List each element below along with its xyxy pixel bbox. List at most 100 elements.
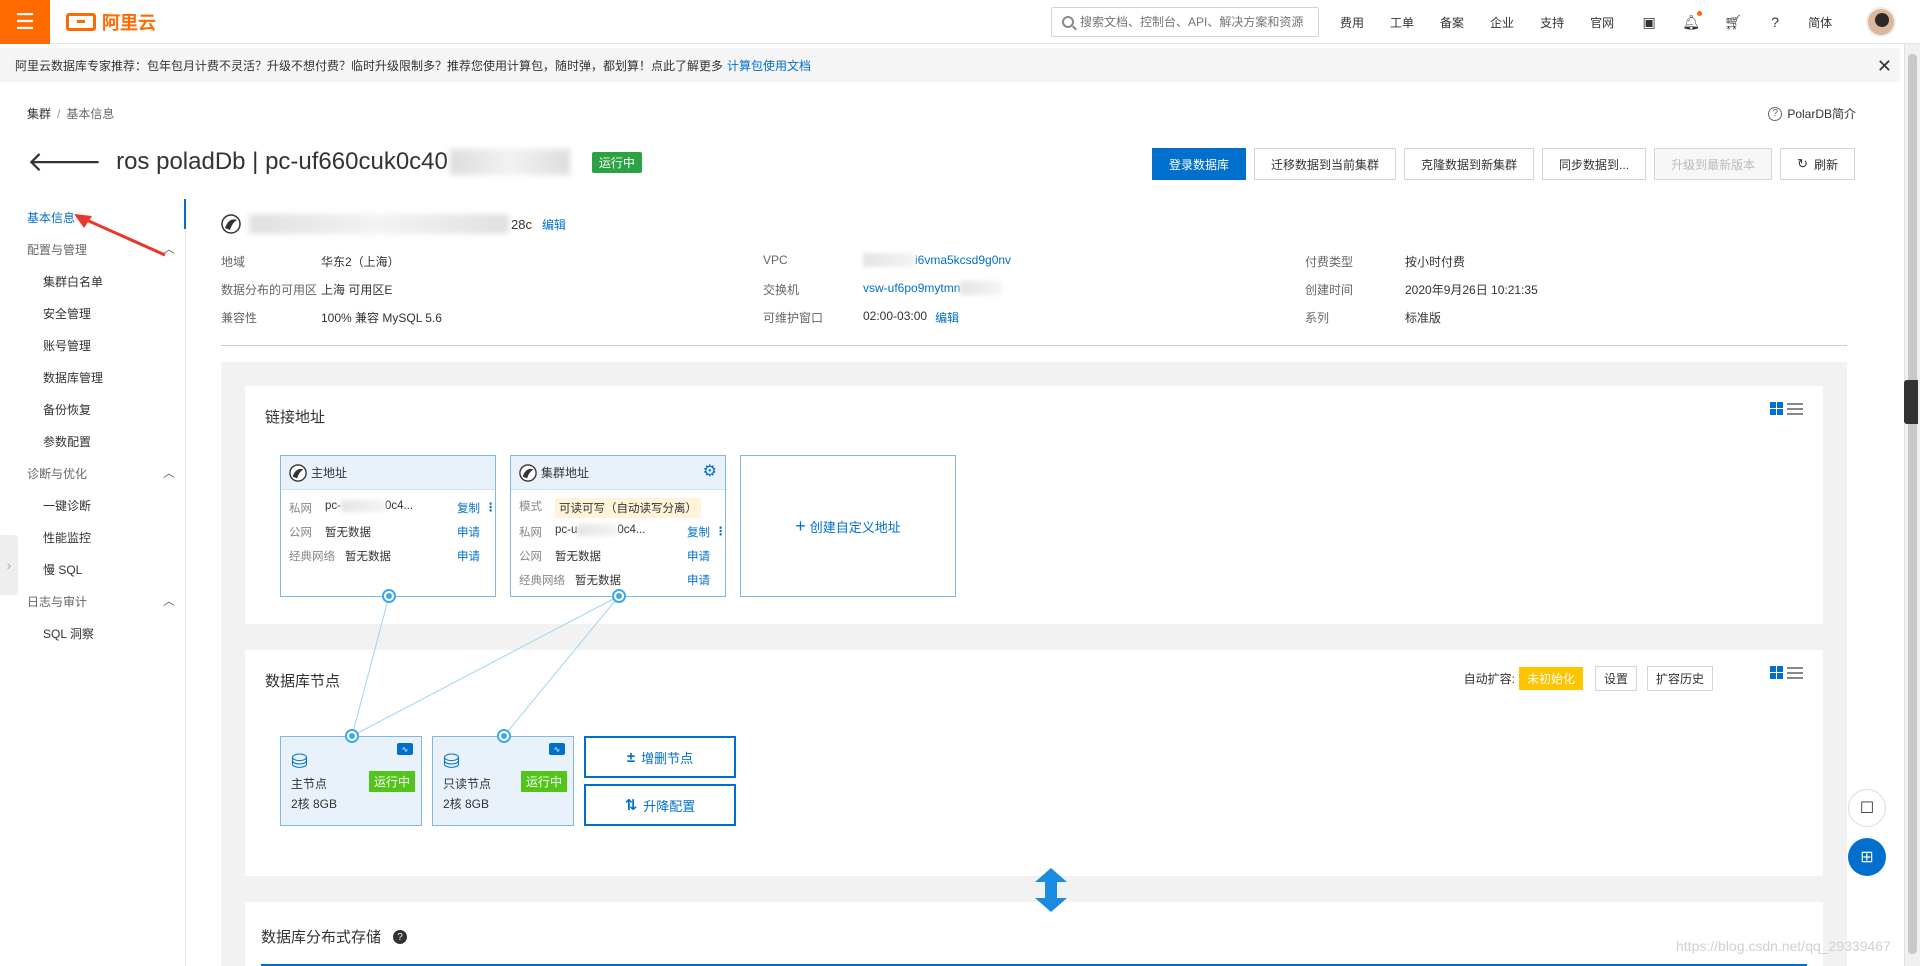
- sidebar: 基本信息 配置与管理 ︿ 集群白名单 安全管理 账号管理 数据库管理 备份恢复 参…: [0, 199, 186, 966]
- page-scrollbar[interactable]: [1904, 44, 1920, 966]
- sidebar-item-basic-info[interactable]: 基本信息: [27, 209, 75, 226]
- aliyun-logo-icon: [66, 12, 96, 31]
- info-zone: 数据分布的可用区 上海 可用区E: [221, 281, 392, 298]
- sidebar-group-logs[interactable]: 日志与审计 ︿: [27, 593, 175, 610]
- sync-data-button[interactable]: 同步数据到...: [1542, 148, 1647, 180]
- sidebar-item-whitelist[interactable]: 集群白名单: [43, 273, 103, 290]
- bell-icon[interactable]: 🔔︎: [1682, 11, 1703, 31]
- login-db-button[interactable]: 登录数据库: [1152, 148, 1247, 180]
- nav-billing[interactable]: 费用: [1340, 14, 1364, 31]
- terminal-icon[interactable]: ▣: [1640, 13, 1658, 31]
- polardb-intro-text: PolarDB简介: [1787, 107, 1856, 121]
- cart-icon[interactable]: 🛒︎: [1724, 13, 1742, 31]
- annotation-arrow-icon: [74, 214, 166, 257]
- help-icon[interactable]: ?: [1766, 13, 1784, 31]
- edit-maintenance-link[interactable]: 编辑: [935, 309, 959, 326]
- redacted-vswitch: [960, 281, 1003, 295]
- info-key: 交换机: [763, 283, 800, 297]
- sidebar-item-accounts[interactable]: 账号管理: [43, 337, 91, 354]
- info-key: 兼容性: [221, 311, 258, 325]
- refresh-icon: ↻: [1797, 156, 1808, 171]
- aliyun-logo[interactable]: 阿里云: [66, 9, 156, 35]
- nav-ticket[interactable]: 工单: [1390, 14, 1414, 31]
- info-value: 2020年9月26日 10:21:35: [1405, 283, 1538, 297]
- avatar[interactable]: [1866, 7, 1897, 37]
- top-nav: 费用 工单 备案 企业 支持 官网 ▣ 🔔︎ 🛒︎ ? 简体: [1340, 0, 1897, 44]
- info-value: 华东2（上海）: [321, 255, 400, 269]
- port-readonly-node: [497, 729, 511, 743]
- sidebar-item-databases[interactable]: 数据库管理: [43, 369, 103, 386]
- info-key: 可维护窗口: [763, 311, 824, 325]
- apps-icon[interactable]: ⊞: [1848, 838, 1886, 876]
- info-key: 创建时间: [1305, 283, 1354, 297]
- info-key: 付费类型: [1305, 255, 1354, 269]
- sidebar-item-monitor[interactable]: 性能监控: [43, 529, 91, 546]
- chat-icon[interactable]: ☐: [1848, 789, 1886, 827]
- search-input[interactable]: [1080, 15, 1310, 29]
- redacted-vpc: [863, 253, 915, 267]
- info-value: 标准版: [1405, 311, 1442, 325]
- sidebar-group-diagnose[interactable]: 诊断与优化 ︿: [27, 465, 175, 482]
- breadcrumb-current: 基本信息: [66, 107, 115, 121]
- sidebar-group-logs-label: 日志与审计: [27, 595, 88, 609]
- edit-name-link[interactable]: 编辑: [542, 216, 566, 233]
- port-cluster-address: [612, 589, 626, 603]
- nav-support[interactable]: 支持: [1540, 14, 1564, 31]
- nav-enterprise[interactable]: 企业: [1490, 14, 1514, 31]
- breadcrumb-sep: /: [57, 107, 61, 121]
- info-compat: 兼容性 100% 兼容 MySQL 5.6: [221, 309, 442, 326]
- refresh-button[interactable]: ↻ 刷新: [1780, 148, 1855, 180]
- chevron-up-icon: ︿: [162, 466, 175, 480]
- port-primary-address: [382, 589, 396, 603]
- polardb-intro-link[interactable]: ? PolarDB简介: [1768, 105, 1856, 122]
- sidebar-item-slow-sql[interactable]: 慢 SQL: [43, 561, 82, 578]
- clone-data-button[interactable]: 克隆数据到新集群: [1404, 148, 1535, 180]
- top-bar: ☰ 阿里云 费用 工单 备案 企业 支持 官网 ▣ 🔔︎ 🛒︎ ? 简体: [0, 0, 1920, 44]
- redacted-cluster-id: [249, 214, 509, 234]
- info-vswitch: 交换机 vsw-uf6po9mytmn: [763, 281, 1003, 298]
- status-badge: 运行中: [591, 151, 642, 173]
- info-key: VPC: [763, 253, 788, 267]
- global-search[interactable]: [1051, 7, 1319, 37]
- nav-icp[interactable]: 备案: [1440, 14, 1464, 31]
- notice-link[interactable]: 计算包使用文档: [727, 57, 811, 74]
- breadcrumb-cluster[interactable]: 集群: [27, 107, 51, 121]
- side-feedback-tab[interactable]: [1904, 380, 1918, 424]
- cluster-id-row: 28c 编辑: [221, 214, 566, 234]
- title-bar: 🡐 ros poladDb | pc-uf660cuk0c40 运行中: [27, 148, 642, 176]
- back-arrow-icon[interactable]: 🡐: [27, 148, 102, 176]
- hamburger-menu-icon[interactable]: ☰: [0, 0, 50, 44]
- vswitch-link[interactable]: vsw-uf6po9mytmn: [863, 281, 960, 298]
- chevron-up-icon: ︿: [162, 594, 175, 608]
- language-switch[interactable]: 简体: [1808, 14, 1832, 31]
- info-value: 上海 可用区E: [321, 283, 393, 297]
- info-value: 02:00-03:00: [863, 309, 928, 323]
- question-icon: ?: [1768, 106, 1783, 121]
- notification-dot: [1697, 11, 1703, 16]
- close-icon[interactable]: ✕: [1877, 56, 1892, 77]
- info-series: 系列 标准版: [1305, 309, 1441, 326]
- notice-text: 阿里云数据库专家推荐：包年包月计费不灵活？升级不想付费？临时升级限制多？推荐您使…: [15, 58, 724, 73]
- vpc-link[interactable]: i6vma5kcsd9g0nv: [915, 253, 1011, 267]
- sidebar-item-backup[interactable]: 备份恢复: [43, 401, 91, 418]
- watermark: https://blog.csdn.net/qq_29339467: [1676, 938, 1891, 954]
- page-title: ros poladDb | pc-uf660cuk0c40: [116, 148, 448, 175]
- sidebar-collapse-handle[interactable]: ›: [0, 535, 18, 595]
- sidebar-item-diagnosis[interactable]: 一键诊断: [43, 497, 91, 514]
- active-indicator: [184, 199, 186, 229]
- info-vpc: VPC i6vma5kcsd9g0nv: [763, 253, 1011, 267]
- info-maintenance: 可维护窗口 02:00-03:00 编辑: [763, 309, 959, 326]
- polardb-logo-icon: [221, 214, 241, 234]
- nav-official-site[interactable]: 官网: [1590, 14, 1614, 31]
- divider: [221, 345, 1847, 346]
- info-billing: 付费类型 按小时付费: [1305, 253, 1465, 270]
- sidebar-item-params[interactable]: 参数配置: [43, 433, 91, 450]
- upgrade-version-button[interactable]: 升级到最新版本: [1654, 148, 1773, 180]
- sidebar-item-security[interactable]: 安全管理: [43, 305, 91, 322]
- redacted-title-part: [449, 149, 570, 175]
- refresh-label: 刷新: [1813, 157, 1838, 172]
- migrate-data-button[interactable]: 迁移数据到当前集群: [1254, 148, 1397, 180]
- scrollbar-thumb[interactable]: [1908, 54, 1917, 954]
- sidebar-item-sql-insight[interactable]: SQL 洞察: [43, 625, 94, 642]
- header-actions: 登录数据库 迁移数据到当前集群 克隆数据到新集群 同步数据到... 升级到最新版…: [1144, 148, 1855, 180]
